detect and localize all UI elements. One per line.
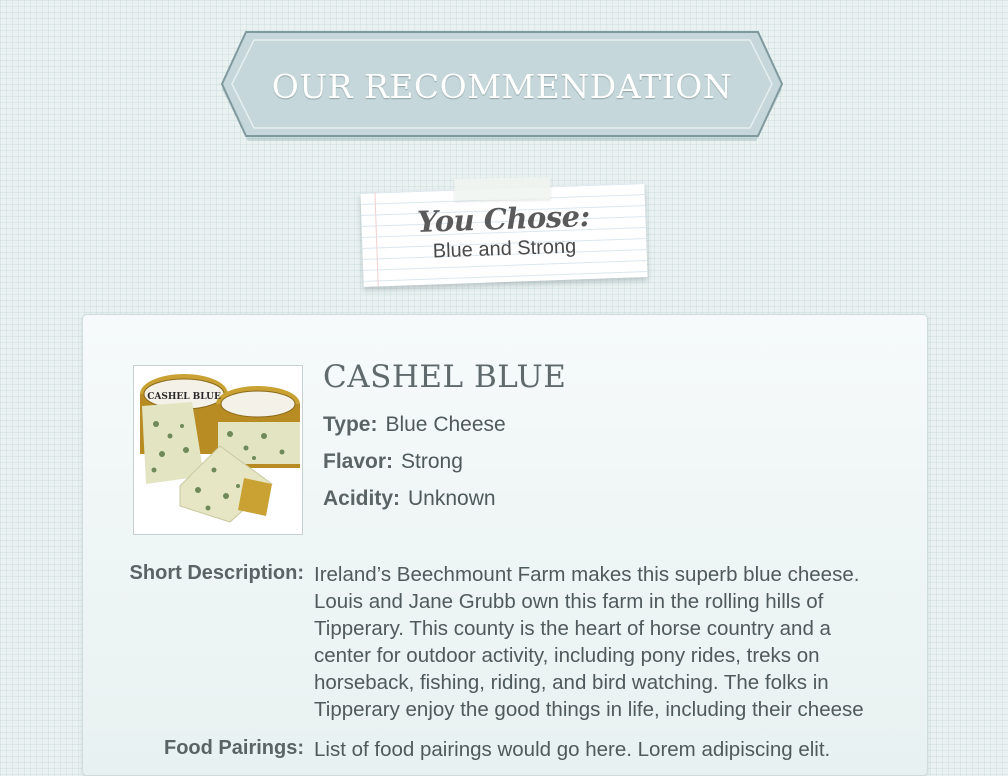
cheese-illustration: CASHEL BLUE	[140, 374, 300, 523]
attribute-acidity-label: Acidity:	[323, 487, 401, 510]
short-description-text: Ireland’s Beechmount Farm makes this sup…	[314, 563, 864, 721]
banner-title: OUR RECOMMENDATION	[271, 66, 733, 106]
attribute-type-value: Blue Cheese	[385, 413, 506, 436]
cheese-name: CASHEL BLUE	[323, 359, 567, 395]
attribute-flavor: Flavor: Strong	[323, 450, 463, 474]
short-description-label: Short Description:	[129, 562, 304, 584]
cheese-photo: CASHEL BLUE	[133, 365, 303, 535]
tape-strip	[454, 177, 551, 201]
food-pairings-label: Food Pairings:	[164, 737, 304, 759]
attribute-acidity: Acidity: Unknown	[323, 487, 496, 511]
attribute-flavor-label: Flavor:	[323, 450, 394, 473]
attribute-type: Type: Blue Cheese	[323, 413, 506, 437]
food-pairings-text: List of food pairings would go here. Lor…	[314, 738, 831, 761]
recommendation-card: CASHEL BLUE CASHEL BLUE Type: Blue Cheese…	[82, 314, 928, 776]
you-chose-note: You Chose: Blue and Strong	[360, 177, 648, 287]
attribute-acidity-value: Unknown	[408, 487, 496, 510]
attribute-type-label: Type:	[323, 413, 378, 436]
cheese-label-text: CASHEL BLUE	[147, 392, 221, 402]
recommendation-banner: OUR RECOMMENDATION	[220, 30, 784, 142]
attribute-flavor-value: Strong	[401, 450, 463, 473]
